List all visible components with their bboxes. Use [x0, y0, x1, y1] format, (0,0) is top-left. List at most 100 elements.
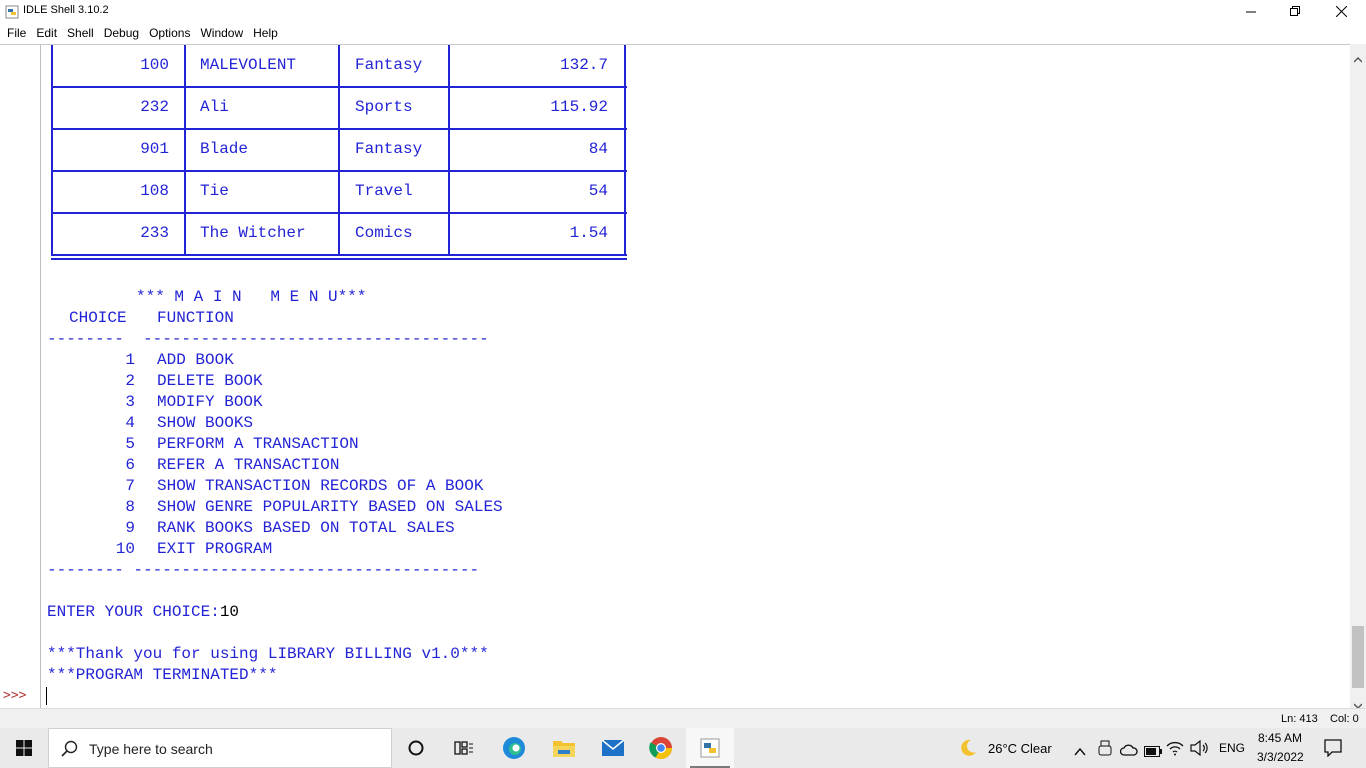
table-column-border	[624, 213, 626, 255]
wifi-icon[interactable]	[1166, 740, 1184, 760]
folder-icon	[553, 741, 575, 757]
scroll-thumb[interactable]	[1352, 626, 1364, 688]
usb-icon[interactable]	[1098, 740, 1112, 760]
vertical-scrollbar[interactable]	[1350, 44, 1366, 709]
table-cell-sales: 115.92	[550, 98, 608, 116]
taskbar: Type here to search 26°C Clear ENG 8:45 …	[0, 728, 1366, 768]
shell-prompt: >>>	[3, 688, 27, 703]
menu-choice-number: 8	[125, 498, 135, 516]
menu-divider-bottom: -------- -------------------------------…	[47, 561, 480, 579]
table-cell-name: Ali	[200, 98, 229, 116]
window-title: IDLE Shell 3.10.2	[23, 4, 109, 16]
search-icon	[61, 740, 79, 762]
menu-divider-top: -------- -------------------------------…	[47, 330, 489, 348]
cortana-icon	[408, 740, 424, 756]
idle-taskbar-button[interactable]	[686, 728, 734, 768]
edge-button[interactable]	[490, 728, 538, 768]
table-column-border	[338, 45, 340, 87]
menu-edit[interactable]: Edit	[31, 26, 62, 40]
menu-choice-label: SHOW TRANSACTION RECORDS OF A BOOK	[157, 477, 484, 495]
search-placeholder: Type here to search	[89, 741, 213, 757]
table-cell-id: 100	[140, 56, 169, 74]
chrome-icon	[649, 737, 672, 759]
status-col: Col: 0	[1330, 713, 1359, 725]
table-column-border	[624, 45, 626, 87]
restore-button[interactable]	[1272, 0, 1318, 22]
table-cell-id: 108	[140, 182, 169, 200]
taskbar-search[interactable]: Type here to search	[48, 728, 392, 768]
table-cell-id: 232	[140, 98, 169, 116]
chrome-button[interactable]	[637, 728, 685, 768]
table-row: 233 The Witcher Comics 1.54	[51, 213, 627, 255]
table-cell-id: 233	[140, 224, 169, 242]
start-button[interactable]	[0, 728, 48, 768]
table-bottom-border	[51, 258, 627, 260]
menu-bar: File Edit Shell Debug Options Window Hel…	[0, 22, 1366, 43]
edge-icon	[503, 737, 525, 759]
menu-choice-number: 6	[125, 456, 135, 474]
clock-date[interactable]: 3/3/2022	[1257, 750, 1304, 764]
table-cell-sales: 54	[588, 182, 608, 200]
menu-debug[interactable]: Debug	[99, 26, 144, 40]
menu-choice-number: 10	[115, 540, 135, 558]
onedrive-icon[interactable]	[1119, 741, 1138, 760]
table-cell-name: The Witcher	[200, 224, 306, 242]
close-button[interactable]	[1318, 0, 1364, 22]
menu-help[interactable]: Help	[248, 26, 283, 40]
table-cell-genre: Fantasy	[355, 56, 423, 74]
battery-icon[interactable]	[1144, 742, 1162, 761]
weather-text[interactable]: 26°C Clear	[988, 741, 1052, 756]
menu-window[interactable]: Window	[195, 26, 248, 40]
menu-choice-label: SHOW GENRE POPULARITY BASED ON SALES	[157, 498, 503, 516]
table-column-border	[184, 45, 186, 87]
menu-choice-number: 2	[125, 372, 135, 390]
notification-icon[interactable]	[1324, 739, 1342, 761]
title-bar: IDLE Shell 3.10.2	[0, 0, 1366, 22]
scroll-up-arrow-icon[interactable]	[1353, 48, 1363, 67]
language-indicator[interactable]: ENG	[1219, 741, 1245, 755]
menu-choice-number: 7	[125, 477, 135, 495]
table-cell-genre: Sports	[355, 98, 413, 116]
menu-choice-label: DELETE BOOK	[157, 372, 263, 390]
menu-choice-number: 3	[125, 393, 135, 411]
volume-icon[interactable]	[1190, 739, 1210, 760]
minimize-button[interactable]	[1228, 0, 1274, 22]
weather-moon-icon[interactable]	[958, 738, 978, 762]
table-column-border	[184, 171, 186, 213]
menu-shell[interactable]: Shell	[62, 26, 99, 40]
table-column-border	[338, 87, 340, 129]
table-column-border	[184, 129, 186, 171]
clock-time[interactable]: 8:45 AM	[1258, 731, 1302, 745]
table-row: 232 Ali Sports 115.92	[51, 87, 627, 129]
task-view-icon	[454, 741, 473, 755]
python-idle-icon	[5, 4, 19, 19]
table-cell-genre: Fantasy	[355, 140, 423, 158]
mail-button[interactable]	[589, 728, 637, 768]
menu-choice-label: REFER A TRANSACTION	[157, 456, 340, 474]
task-view-button[interactable]	[440, 728, 488, 768]
menu-choice-label: SHOW BOOKS	[157, 414, 254, 432]
choice-prompt: ENTER YOUR CHOICE:10	[47, 603, 239, 621]
table-row: 100 MALEVOLENT Fantasy 132.7	[51, 45, 627, 87]
file-explorer-button[interactable]	[540, 728, 588, 768]
menu-choice-label: PERFORM A TRANSACTION	[157, 435, 359, 453]
table-cell-name: MALEVOLENT	[200, 56, 297, 74]
cortana-button[interactable]	[392, 728, 440, 768]
table-row: 901 Blade Fantasy 84	[51, 129, 627, 171]
status-line: Ln: 413	[1281, 713, 1318, 725]
table-column-border	[338, 171, 340, 213]
function-header: FUNCTION	[157, 309, 234, 327]
table-cell-id: 901	[140, 140, 169, 158]
menu-choice-label: MODIFY BOOK	[157, 393, 263, 411]
text-cursor	[46, 687, 47, 705]
menu-options[interactable]: Options	[144, 26, 195, 40]
table-cell-genre: Comics	[355, 224, 413, 242]
chevron-up-icon[interactable]	[1074, 742, 1086, 761]
menu-file[interactable]: File	[2, 26, 31, 40]
table-cell-sales: 84	[588, 140, 608, 158]
table-cell-sales: 1.54	[569, 224, 608, 242]
menu-choice-number: 5	[125, 435, 135, 453]
table-cell-name: Blade	[200, 140, 249, 158]
table-column-border	[624, 87, 626, 129]
table-column-border	[624, 171, 626, 213]
